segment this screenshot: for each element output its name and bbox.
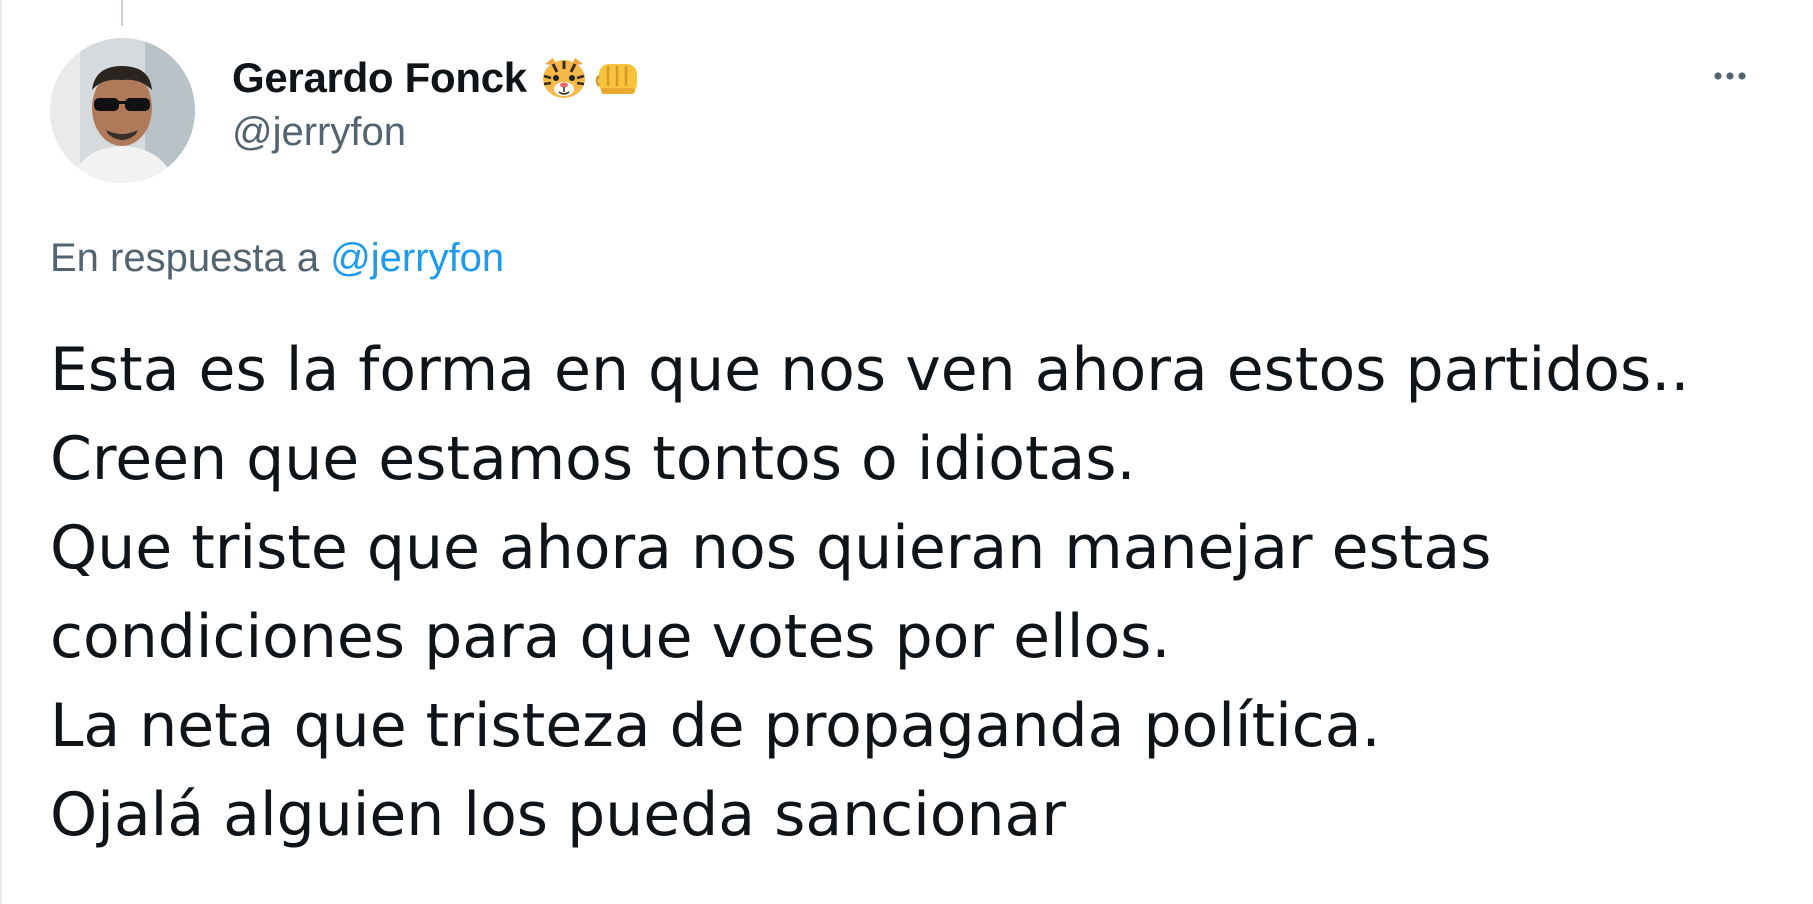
avatar[interactable] bbox=[50, 38, 195, 183]
left-border bbox=[0, 0, 2, 904]
author-name-row: Gerardo Fonck bbox=[232, 48, 643, 108]
reply-context: En respuesta a @jerryfon bbox=[50, 236, 504, 281]
tweet-text-line: condiciones para que votes por ellos. bbox=[50, 602, 1171, 672]
tweet-text-line: La neta que tristeza de propaganda polít… bbox=[50, 691, 1381, 761]
reply-context-prefix: En respuesta a bbox=[50, 236, 320, 280]
tweet-text-line: Creen que estamos tontos o idiotas. bbox=[50, 424, 1136, 494]
reply-mention-link[interactable]: @jerryfon bbox=[330, 236, 504, 280]
tweet-text-line: Esta es la forma en que nos ven ahora es… bbox=[50, 335, 1690, 405]
oncoming-fist-emoji-icon bbox=[593, 54, 643, 102]
author-display-name[interactable]: Gerardo Fonck bbox=[232, 54, 527, 102]
author-handle[interactable]: @jerryfon bbox=[232, 110, 406, 155]
avatar-image bbox=[50, 38, 195, 183]
tweet-text-line: Ojalá alguien los pueda sancionar bbox=[50, 780, 1066, 850]
tweet-text: Esta es la forma en que nos ven ahora es… bbox=[50, 326, 1770, 860]
more-horizontal-icon bbox=[1714, 72, 1746, 80]
more-options-button[interactable] bbox=[1700, 58, 1760, 94]
tweet-text-line: Que triste que ahora nos quieran manejar… bbox=[50, 513, 1492, 583]
tiger-face-emoji-icon bbox=[539, 54, 589, 102]
thread-connector-line bbox=[121, 0, 123, 26]
